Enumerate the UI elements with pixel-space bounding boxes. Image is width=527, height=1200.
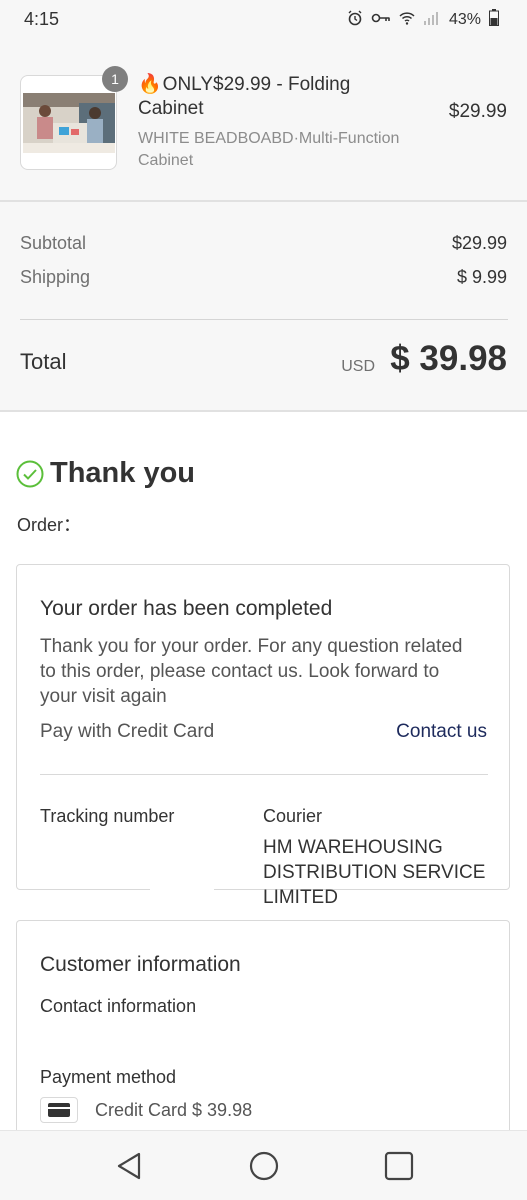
android-nav-bar (0, 1130, 527, 1200)
home-icon[interactable] (247, 1149, 281, 1183)
summary-bottom-border (0, 410, 527, 412)
order-status-message: Thank you for your order. For any questi… (40, 636, 463, 707)
total-divider (20, 319, 508, 320)
total-currency: USD (341, 358, 375, 375)
subtotal-label: Subtotal (20, 233, 87, 253)
shipping-value: $ 9.99 (456, 267, 507, 287)
wifi-icon (399, 10, 415, 31)
total-amount: $ 39.98 (390, 339, 507, 378)
quantity-badge: 1 (102, 66, 128, 92)
product-title: 🔥ONLY$29.99 - Folding Cabinet (138, 73, 418, 121)
subtotal-value: $29.99 (451, 233, 507, 253)
order-number-label: Order： (17, 515, 82, 535)
signal-icon (423, 10, 441, 31)
product-thumbnail-wrapper: 1 (20, 66, 128, 208)
customer-information-card: Customer information Contact information… (16, 920, 510, 1150)
summary-divider (0, 200, 527, 202)
contact-information-label: Contact information (40, 996, 197, 1016)
alarm-icon (347, 10, 363, 31)
fire-icon: 🔥 (138, 74, 162, 95)
product-image (23, 93, 115, 153)
thank-you-title: Thank you (50, 457, 196, 489)
card-border-gap (150, 884, 214, 894)
courier-name: HM WAREHOUSING DISTRIBUTION SERVICE LIMI… (263, 837, 486, 908)
battery-icon (489, 9, 499, 31)
payment-type-label: Pay with Credit Card (40, 721, 215, 742)
product-price: $29.99 (448, 101, 507, 122)
status-icons: 43% (347, 9, 499, 31)
product-title-text: ONLY$29.99 - Folding Cabinet (138, 74, 351, 119)
courier-label: Courier (263, 806, 323, 826)
key-icon (371, 11, 391, 30)
order-summary: 1 🔥ONLY$29.99 - Folding Cabinet WHITE BE… (0, 38, 527, 412)
credit-card-icon (40, 1097, 78, 1123)
battery-percent: 43% (448, 11, 481, 28)
recent-apps-icon[interactable] (382, 1149, 416, 1183)
status-time: 4:15 (24, 9, 60, 29)
shipping-label: Shipping (20, 267, 91, 287)
status-bar: 4:15 43% (0, 0, 527, 38)
order-status-title: Your order has been completed (40, 597, 333, 620)
contact-us-link[interactable]: Contact us (396, 721, 487, 743)
check-circle-icon (16, 460, 44, 487)
card-divider (40, 774, 488, 775)
total-label: Total (20, 349, 67, 374)
customer-information-title: Customer information (40, 953, 241, 976)
back-icon[interactable] (113, 1149, 147, 1183)
thank-you-header: Thank you (16, 457, 195, 490)
product-variant: WHITE BEADBOABD·Multi-Function Cabinet (138, 130, 400, 169)
payment-method-row: Credit Card $ 39.98 (40, 1097, 252, 1123)
product-thumbnail (20, 75, 117, 170)
product-line-item: 1 🔥ONLY$29.99 - Folding Cabinet WHITE BE… (0, 38, 527, 201)
payment-method-label: Payment method (40, 1067, 177, 1087)
tracking-number-label: Tracking number (40, 806, 175, 826)
payment-method-value: Credit Card $ 39.98 (95, 1099, 253, 1120)
